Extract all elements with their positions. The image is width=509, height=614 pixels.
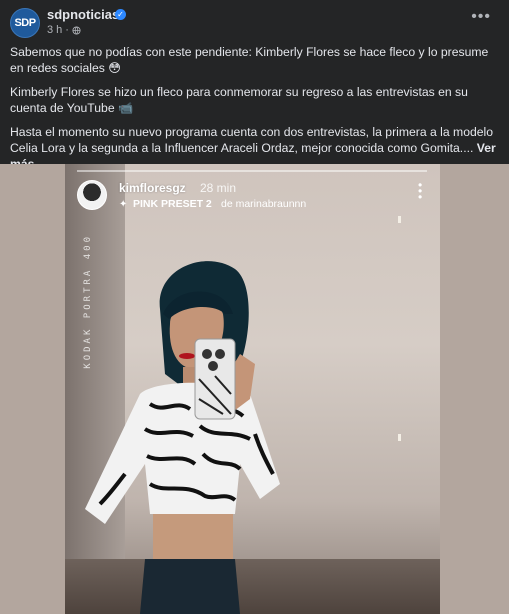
story-more-icon: • • • bbox=[418, 178, 423, 204]
page-avatar[interactable]: SDP bbox=[10, 8, 40, 38]
post-meta: 3 h · bbox=[47, 24, 81, 36]
post-timestamp[interactable]: 3 h bbox=[47, 24, 62, 36]
story-progress-bar bbox=[77, 170, 427, 172]
post-text: Sabemos que no podías con este pendiente… bbox=[10, 44, 500, 180]
story-filter-name: PINK PRESET 2 bbox=[133, 198, 212, 210]
post-paragraph: Kimberly Flores se hizo un fleco para co… bbox=[10, 85, 468, 115]
story-screenshot: kimfloresgz 28 min ✦ PINK PRESET 2 de ma… bbox=[65, 164, 440, 614]
story-avatar bbox=[77, 180, 107, 210]
more-options-icon[interactable]: ••• bbox=[471, 9, 491, 25]
post-media[interactable]: kimfloresgz 28 min ✦ PINK PRESET 2 de ma… bbox=[0, 164, 509, 614]
post-paragraph-text: Hasta el momento su nuevo programa cuent… bbox=[10, 125, 494, 155]
globe-icon[interactable] bbox=[72, 25, 81, 35]
person-image bbox=[85, 261, 280, 614]
story-filter-credit: de marinabraunnn bbox=[221, 198, 307, 210]
story-username: kimfloresgz bbox=[119, 181, 186, 195]
page-name-link[interactable]: sdpnoticias bbox=[47, 7, 119, 22]
story-time: 28 min bbox=[200, 181, 237, 195]
post-header: SDP sdpnoticias ✓ 3 h · ••• bbox=[0, 0, 509, 40]
sparkle-icon: ✦ bbox=[119, 199, 128, 210]
verified-badge-icon: ✓ bbox=[115, 9, 126, 20]
film-watermark: KODAK PORTRA 400 bbox=[83, 234, 93, 369]
post-paragraph: Sabemos que no podías con este pendiente… bbox=[10, 45, 489, 75]
separator-dot: · bbox=[65, 24, 69, 36]
